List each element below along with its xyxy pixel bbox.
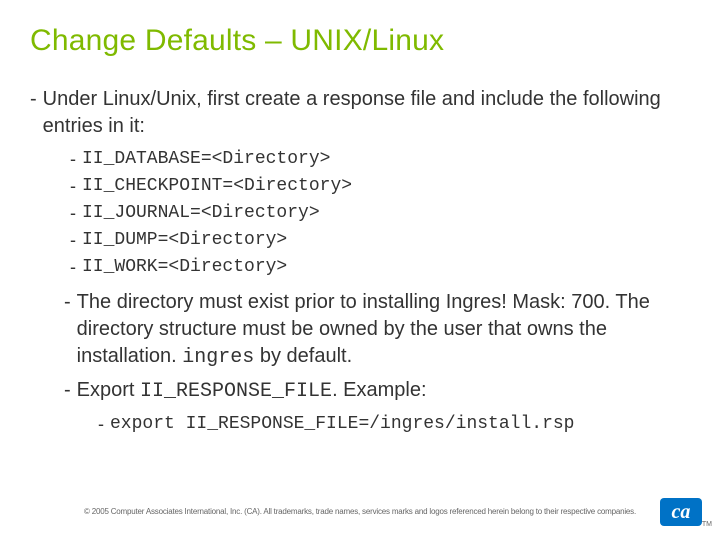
logo-text: ca [672,502,691,522]
logo-box: ca [660,498,702,526]
ca-logo: ca TM [660,498,702,526]
dash-icon: - [70,200,82,227]
note-bullet: - The directory must exist prior to inst… [64,289,690,371]
code-text: II_DUMP=<Directory> [82,227,287,254]
list-item: - II_WORK=<Directory> [70,254,690,281]
list-item: - II_CHECKPOINT=<Directory> [70,173,690,200]
text-part: by default. [254,345,352,367]
list-item: - II_DUMP=<Directory> [70,227,690,254]
list-item: - II_DATABASE=<Directory> [70,146,690,173]
code-text: II_JOURNAL=<Directory> [82,200,320,227]
text-part: . Example: [332,379,426,401]
code-text: II_CHECKPOINT=<Directory> [82,173,352,200]
code-inline: ingres [182,346,254,369]
slide-title: Change Defaults – UNIX/Linux [30,24,690,58]
intro-text: Under Linux/Unix, first create a respons… [43,86,690,140]
dash-icon: - [70,254,82,281]
code-entries: - II_DATABASE=<Directory> - II_CHECKPOIN… [70,146,690,281]
list-item: - export II_RESPONSE_FILE=/ingres/instal… [98,411,690,438]
dash-icon: - [64,289,77,316]
code-text: II_DATABASE=<Directory> [82,146,330,173]
code-text: II_WORK=<Directory> [82,254,287,281]
text-part: Export [77,379,140,401]
dash-icon: - [30,86,43,113]
code-text: export II_RESPONSE_FILE=/ingres/install.… [110,411,574,438]
dash-icon: - [70,173,82,200]
example-block: - export II_RESPONSE_FILE=/ingres/instal… [98,411,690,438]
dash-icon: - [98,411,110,438]
note-text: Export II_RESPONSE_FILE. Example: [77,377,427,405]
list-item: - II_JOURNAL=<Directory> [70,200,690,227]
trademark-icon: TM [702,521,712,528]
note-text: The directory must exist prior to instal… [77,289,690,371]
note-bullet: - Export II_RESPONSE_FILE. Example: [64,377,690,405]
dash-icon: - [64,377,77,404]
intro-bullet: - Under Linux/Unix, first create a respo… [30,86,690,140]
dash-icon: - [70,146,82,173]
code-inline: II_RESPONSE_FILE [140,380,332,403]
text-part: The directory must exist prior to instal… [77,291,650,367]
dash-icon: - [70,227,82,254]
copyright-text: © 2005 Computer Associates International… [0,507,720,516]
